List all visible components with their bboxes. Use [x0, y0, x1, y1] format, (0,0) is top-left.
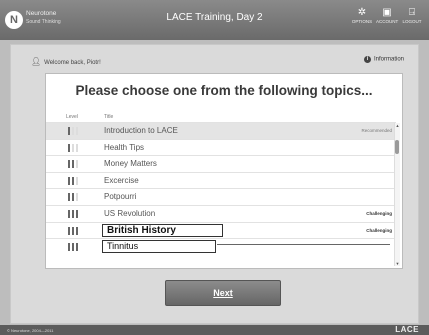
- account-label: ACCOUNT: [376, 19, 399, 24]
- topic-tag: Recommended: [361, 128, 392, 133]
- topic-row[interactable]: Introduction to LACE Recommended: [46, 122, 396, 139]
- scroll-up-icon[interactable]: ▲: [395, 123, 400, 128]
- topic-tag: Challenging: [366, 227, 392, 233]
- topic-row[interactable]: Excercise: [46, 171, 396, 189]
- topic-title: British History: [102, 223, 223, 237]
- user-icon: 👤︎: [31, 57, 42, 66]
- welcome-text: Welcome back, Piotr!: [44, 60, 101, 66]
- copyright-text: © Neurotone, 2004—2011: [7, 328, 54, 333]
- account-button[interactable]: ▣ ACCOUNT: [376, 7, 398, 24]
- underline-mark: [217, 244, 390, 246]
- logout-label: LOGOUT: [402, 19, 422, 24]
- topic-row[interactable]: Potpourri: [46, 188, 396, 205]
- topic-list: Introduction to LACE Recommended Health …: [46, 122, 396, 255]
- main-panel: 👤︎ Welcome back, Piotr! i Information Plea…: [10, 44, 419, 324]
- info-icon: i: [363, 56, 371, 63]
- title-column-header: Title: [104, 114, 114, 120]
- door-icon: ⍈: [409, 7, 415, 18]
- options-button[interactable]: ✲ OPTIONS: [351, 7, 373, 24]
- lock-icon: ▣: [382, 7, 392, 18]
- level-bars-icon: [68, 176, 80, 185]
- topic-heading: Please choose one from the following top…: [75, 83, 373, 98]
- top-bar: N Neurotone Sound Thinking LACE Training…: [0, 0, 429, 40]
- level-bars-icon: [68, 209, 80, 218]
- topic-scrollbar[interactable]: ▲ ▼: [394, 123, 400, 266]
- logout-button[interactable]: ⍈ LOGOUT: [401, 7, 423, 24]
- topic-list-card: Please choose one from the following top…: [45, 73, 403, 269]
- level-bars-icon: [68, 160, 80, 169]
- topic-title: US Revolution: [104, 208, 156, 218]
- level-bars-icon: [68, 127, 80, 135]
- topic-title: Introduction to LACE: [104, 126, 178, 135]
- footer: © Neurotone, 2004—2011 LACE: [0, 325, 429, 335]
- topic-title: Money Matters: [104, 159, 157, 169]
- topic-row[interactable]: Health Tips: [46, 138, 396, 156]
- level-column-header: Level: [66, 114, 78, 120]
- next-label: Next: [213, 288, 233, 298]
- information-link[interactable]: i Information: [363, 56, 404, 63]
- topic-row[interactable]: Tinnitus: [46, 238, 396, 255]
- topic-title: Tinnitus: [102, 240, 216, 254]
- scrollbar-thumb[interactable]: [395, 140, 399, 154]
- topic-row[interactable]: British History Challenging: [46, 221, 396, 239]
- level-bars-icon: [68, 143, 80, 152]
- gear-icon: ✲: [357, 7, 367, 18]
- welcome-message: 👤︎ Welcome back, Piotr!: [31, 57, 101, 66]
- scroll-down-icon[interactable]: ▼: [395, 261, 400, 266]
- level-bars-icon: [68, 243, 80, 252]
- information-label: Information: [373, 56, 404, 63]
- topic-tag: Challenging: [366, 210, 392, 216]
- topic-row[interactable]: Money Matters: [46, 155, 396, 172]
- options-label: OPTIONS: [351, 19, 373, 24]
- level-bars-icon: [68, 193, 80, 202]
- level-bars-icon: [68, 226, 80, 235]
- next-button[interactable]: Next: [165, 280, 281, 306]
- topic-title: Excercise: [104, 175, 139, 185]
- lace-logo: LACE: [395, 325, 419, 334]
- topic-title: Potpourri: [104, 192, 137, 202]
- topic-title: Health Tips: [104, 142, 145, 152]
- topic-row[interactable]: US Revolution Challenging: [46, 204, 396, 222]
